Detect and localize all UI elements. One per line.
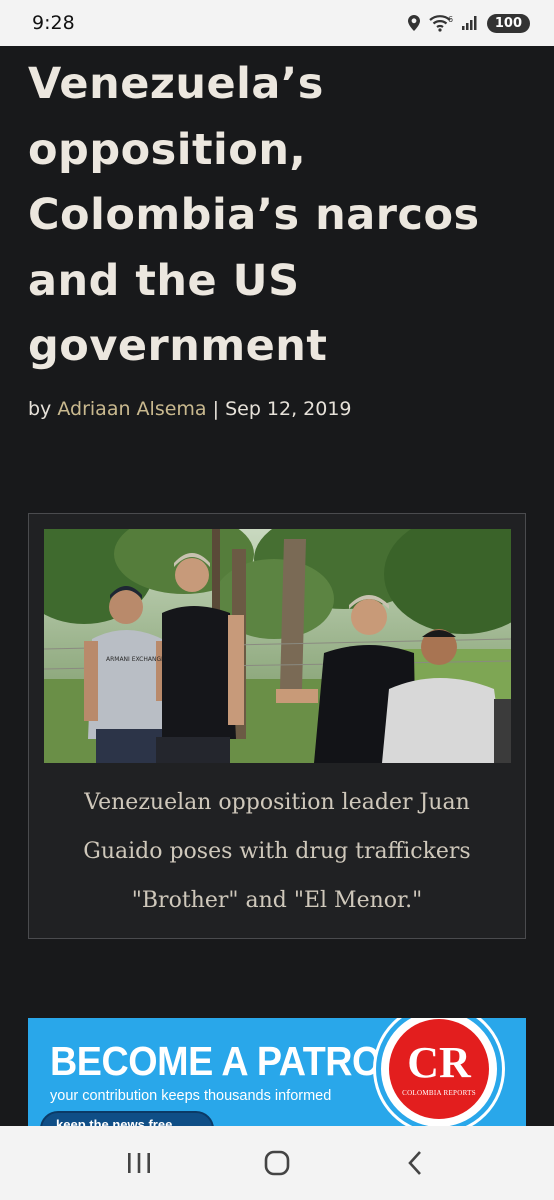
home-button[interactable] <box>247 1133 307 1193</box>
battery-icon: 100 <box>486 13 530 33</box>
navigation-bar <box>0 1126 554 1200</box>
wifi-icon: 6 <box>429 15 453 32</box>
status-time: 9:28 <box>32 12 75 34</box>
photo-illustration: ARMANI EXCHANGE <box>44 529 511 763</box>
ad-subtext: your contribution keeps thousands inform… <box>50 1088 332 1104</box>
svg-text:6: 6 <box>448 15 453 24</box>
article-figure: ARMANI EXCHANGE Venezuelan opposition le… <box>28 513 526 939</box>
signal-icon <box>461 16 477 30</box>
back-icon <box>408 1151 421 1175</box>
article-date: Sep 12, 2019 <box>225 398 352 420</box>
recent-apps-icon <box>128 1153 150 1173</box>
byline-prefix: by <box>28 398 52 420</box>
recent-apps-button[interactable] <box>109 1133 169 1193</box>
location-icon <box>407 15 420 31</box>
status-icons: 6 100 <box>407 13 530 33</box>
byline-separator: | <box>212 398 220 420</box>
byline: by Adriaan Alsema | Sep 12, 2019 <box>28 398 352 420</box>
photo-caption: Venezuelan opposition leader Juan Guaido… <box>83 790 471 913</box>
article-title: Venezuela’s opposition, Colombia’s narco… <box>28 59 480 371</box>
logo-subtext: COLOMBIA REPORTS <box>402 1089 476 1097</box>
author-link[interactable]: Adriaan Alsema <box>57 398 206 420</box>
back-button[interactable] <box>385 1133 445 1193</box>
logo-text: CR <box>407 1038 471 1087</box>
article-photo[interactable]: ARMANI EXCHANGE <box>44 529 511 763</box>
status-bar: 9:28 6 100 <box>0 0 554 46</box>
home-icon <box>264 1150 290 1176</box>
shirt-text: ARMANI EXCHANGE <box>106 656 165 663</box>
patron-ad-banner[interactable]: BECOME A PATRON your contribution keeps … <box>28 1018 526 1130</box>
ad-headline: BECOME A PATRON <box>50 1038 408 1084</box>
colombia-reports-logo: CR COLOMBIA REPORTS <box>376 1018 502 1130</box>
